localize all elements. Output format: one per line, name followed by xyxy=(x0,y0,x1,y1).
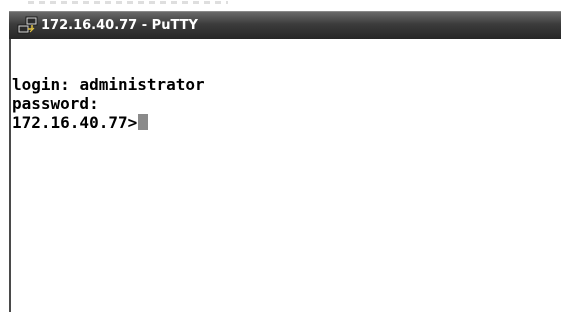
command-prompt: 172.16.40.77> xyxy=(12,113,138,132)
terminal-area[interactable]: login: administrator password: 172.16.40… xyxy=(11,39,561,312)
putty-icon[interactable] xyxy=(17,16,39,36)
background-marks xyxy=(28,1,228,4)
window-title: 172.16.40.77 - PuTTY xyxy=(41,18,198,33)
terminal-line-command: 172.16.40.77> xyxy=(12,113,561,132)
login-prompt: login: xyxy=(12,75,80,94)
title-bar[interactable]: 172.16.40.77 - PuTTY xyxy=(9,11,561,39)
text-cursor[interactable] xyxy=(138,114,149,130)
password-prompt: password: xyxy=(12,94,99,113)
login-value: administrator xyxy=(79,75,205,94)
putty-window: 172.16.40.77 - PuTTY login: administrato… xyxy=(0,0,561,312)
background-strip xyxy=(0,0,561,10)
terminal-line-login: login: administrator xyxy=(12,75,561,94)
terminal-line-password: password: xyxy=(12,94,561,113)
